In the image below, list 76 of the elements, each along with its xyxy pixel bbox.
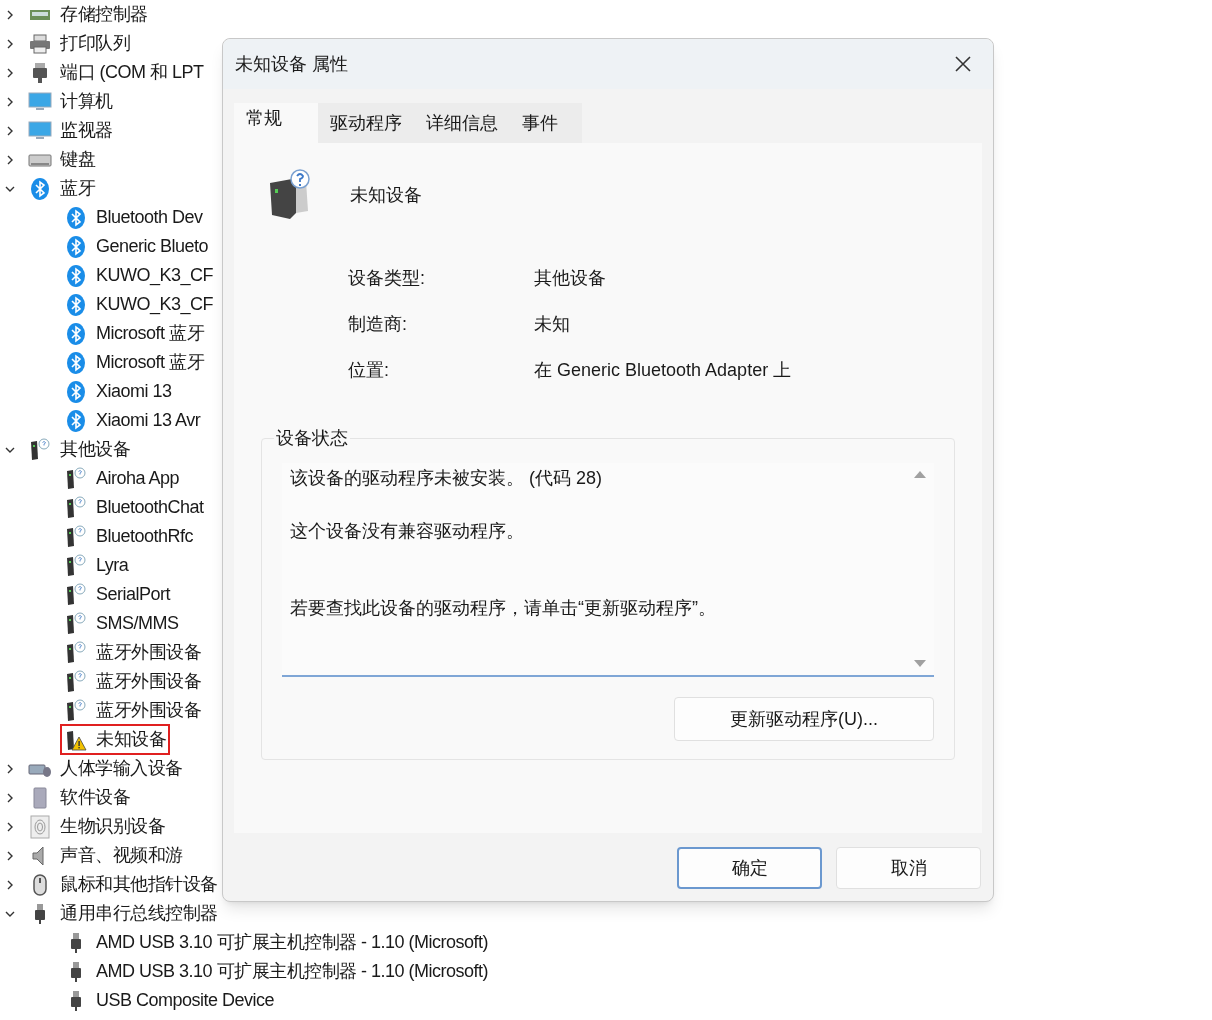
tree-item-label[interactable]: USB Composite Device <box>96 987 275 1014</box>
tree-item-label[interactable]: 键盘 <box>60 146 95 173</box>
property-value: 在 Generic Bluetooth Adapter 上 <box>534 359 793 382</box>
status-message: 该设备的驱动程序未被安装。 (代码 28) <box>290 467 603 490</box>
bluetooth-icon <box>28 176 52 201</box>
tree-item-label[interactable]: AMD USB 3.10 可扩展主机控制器 - 1.10 (Microsoft) <box>96 958 489 985</box>
tree-item-label[interactable]: Xiaomi 13 <box>96 378 172 405</box>
tree-item-label[interactable]: 蓝牙外围设备 <box>96 668 201 695</box>
unknown-device-icon <box>64 611 88 636</box>
window-title: 未知设备 属性 <box>235 52 348 76</box>
tree-item-label[interactable]: 打印队列 <box>60 30 130 57</box>
tree-item-label[interactable]: 声音、视频和游 <box>60 842 183 869</box>
tree-item-label[interactable]: 未知设备 <box>96 726 166 753</box>
unknown-device-icon <box>64 582 88 607</box>
unknown-device-icon <box>64 669 88 694</box>
highlighted-tree-item[interactable]: 未知设备 <box>60 724 170 755</box>
bluetooth-icon <box>64 234 88 259</box>
tab[interactable]: 驱动程序 <box>318 107 414 143</box>
tree-item-label[interactable]: 蓝牙 <box>60 175 95 202</box>
tree-item-label[interactable]: BluetoothChat <box>96 494 204 521</box>
status-message: 若要查找此设备的驱动程序，请单击“更新驱动程序”。 <box>290 597 717 620</box>
unknown-device-icon <box>64 524 88 549</box>
bluetooth-icon <box>64 321 88 346</box>
tree-item-label[interactable]: KUWO_K3_CF <box>96 262 214 289</box>
dialog-button[interactable]: 确定 <box>677 847 822 889</box>
unknown-device-icon <box>64 640 88 665</box>
update-driver-button[interactable]: 更新驱动程序(U)... <box>674 697 934 741</box>
unknown-device-icon <box>64 698 88 723</box>
tree-item-label[interactable]: SerialPort <box>96 581 171 608</box>
tree-item-label[interactable]: BluetoothRfc <box>96 523 194 550</box>
property-value: 未知 <box>534 313 571 336</box>
tree-item-label[interactable]: 监视器 <box>60 117 113 144</box>
dialog-button[interactable]: 取消 <box>836 847 981 889</box>
printer-icon <box>28 31 52 56</box>
property-label: 设备类型: <box>348 267 426 290</box>
tree-item-label[interactable]: 其他设备 <box>60 436 130 463</box>
bluetooth-icon <box>64 263 88 288</box>
tree-item-label[interactable]: KUWO_K3_CF <box>96 291 214 318</box>
tree-item-label[interactable]: 通用串行总线控制器 <box>60 900 218 927</box>
tree-item-label[interactable]: 生物识别设备 <box>60 813 165 840</box>
property-value: 其他设备 <box>534 267 607 290</box>
bluetooth-icon <box>64 379 88 404</box>
tree-item-label[interactable]: 人体学输入设备 <box>60 755 183 782</box>
tree-item-label[interactable]: Xiaomi 13 Avr <box>96 407 201 434</box>
tree-item-label[interactable]: 端口 (COM 和 LPT <box>60 59 204 86</box>
device-name: 未知设备 <box>350 183 422 207</box>
tree-item-label[interactable]: Microsoft 蓝牙 <box>96 349 204 376</box>
unknown-device-icon <box>64 553 88 578</box>
tree-item-label[interactable]: Generic Blueto <box>96 233 209 260</box>
bluetooth-icon <box>64 350 88 375</box>
tree-item-label[interactable]: SMS/MMS <box>96 610 179 637</box>
tree-item-label[interactable]: 存储控制器 <box>60 1 148 28</box>
tree-item-label[interactable]: 计算机 <box>60 88 113 115</box>
tree-item-label[interactable]: 蓝牙外围设备 <box>96 697 201 724</box>
tree-item-label[interactable]: AMD USB 3.10 可扩展主机控制器 - 1.10 (Microsoft) <box>96 929 489 956</box>
fingerprint-icon <box>28 814 52 839</box>
unknown-device-icon <box>64 495 88 520</box>
tab[interactable]: 常规 <box>234 103 318 143</box>
tree-item-label[interactable]: Lyra <box>96 552 129 579</box>
unknown-device-icon <box>64 466 88 491</box>
property-label: 制造商: <box>348 313 408 336</box>
tree-item-label[interactable]: 蓝牙外围设备 <box>96 639 201 666</box>
tree-item-label[interactable]: Bluetooth Dev <box>96 204 203 231</box>
tree-item-label[interactable]: 鼠标和其他指针设备 <box>60 871 218 898</box>
tree-item-label[interactable]: Microsoft 蓝牙 <box>96 320 204 347</box>
tree-item-label[interactable]: 软件设备 <box>60 784 130 811</box>
unknown-device-icon <box>28 437 52 462</box>
property-label: 位置: <box>348 359 390 382</box>
tree-item-label[interactable]: Airoha App <box>96 465 180 492</box>
bluetooth-icon <box>64 408 88 433</box>
tab[interactable]: 详细信息 <box>414 107 510 143</box>
tab[interactable]: 事件 <box>510 107 570 143</box>
bluetooth-icon <box>64 292 88 317</box>
status-message: 这个设备没有兼容驱动程序。 <box>290 520 525 543</box>
close-icon <box>954 55 972 73</box>
bluetooth-icon <box>64 205 88 230</box>
